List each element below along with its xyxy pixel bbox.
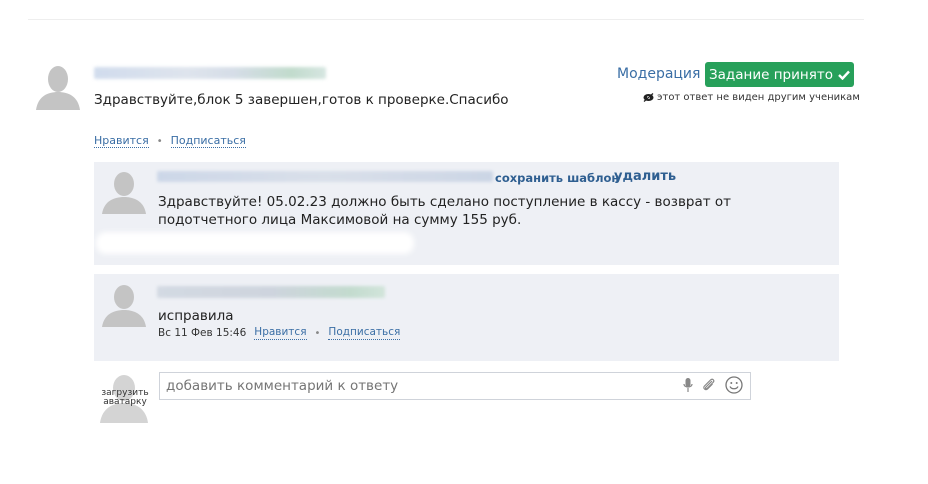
avatar-placeholder-icon	[36, 66, 80, 110]
eye-hidden-icon	[643, 93, 654, 102]
subscribe-link[interactable]: Подписаться	[170, 134, 246, 149]
task-accepted-label: Задание принято	[709, 66, 833, 83]
checkmark-icon	[838, 70, 850, 80]
answer-text: Здравствуйте,блок 5 завершен,готов к про…	[94, 92, 509, 108]
answer-actions: Нравится • Подписаться	[94, 134, 246, 149]
comment-text: исправила	[158, 308, 234, 324]
save-template-link[interactable]: сохранить шаблон	[495, 171, 619, 185]
comment-date: Вс 11 Фев 15:46	[158, 327, 247, 340]
delete-link[interactable]: удалить	[614, 169, 676, 184]
comment-text: Здравствуйте! 05.02.23 должно быть сдела…	[158, 194, 732, 228]
author-avatar	[34, 64, 82, 110]
moderation-link[interactable]: Модерация	[617, 66, 700, 82]
task-accepted-button[interactable]: Задание принято	[705, 62, 854, 87]
commenter-name-blurred	[157, 286, 385, 298]
comment-input[interactable]	[159, 372, 751, 400]
redacted-area	[96, 232, 414, 254]
commenter-name-blurred	[157, 171, 493, 182]
like-link[interactable]: Нравится	[254, 326, 307, 340]
smiley-icon[interactable]	[725, 376, 743, 394]
like-link[interactable]: Нравится	[94, 134, 149, 149]
upload-avatar-label[interactable]: загрузить аватарку	[100, 389, 150, 407]
avatar-placeholder-icon	[102, 172, 146, 214]
top-divider	[28, 19, 864, 20]
separator-dot: •	[314, 327, 321, 339]
comment-avatar	[100, 170, 148, 214]
hidden-answer-note: этот ответ не виден другим ученикам	[643, 92, 860, 103]
avatar-placeholder-icon	[102, 285, 146, 327]
comment-avatar	[100, 283, 148, 327]
subscribe-link[interactable]: Подписаться	[328, 326, 401, 340]
microphone-icon[interactable]	[683, 377, 693, 393]
input-toolbar	[683, 376, 743, 394]
author-name-blurred	[94, 67, 326, 79]
hidden-note-text: этот ответ не виден другим ученикам	[657, 92, 860, 103]
comment-meta: Вс 11 Фев 15:46 Нравится • Подписаться	[158, 326, 401, 340]
paperclip-icon[interactable]	[701, 377, 717, 393]
separator-dot: •	[156, 136, 163, 148]
